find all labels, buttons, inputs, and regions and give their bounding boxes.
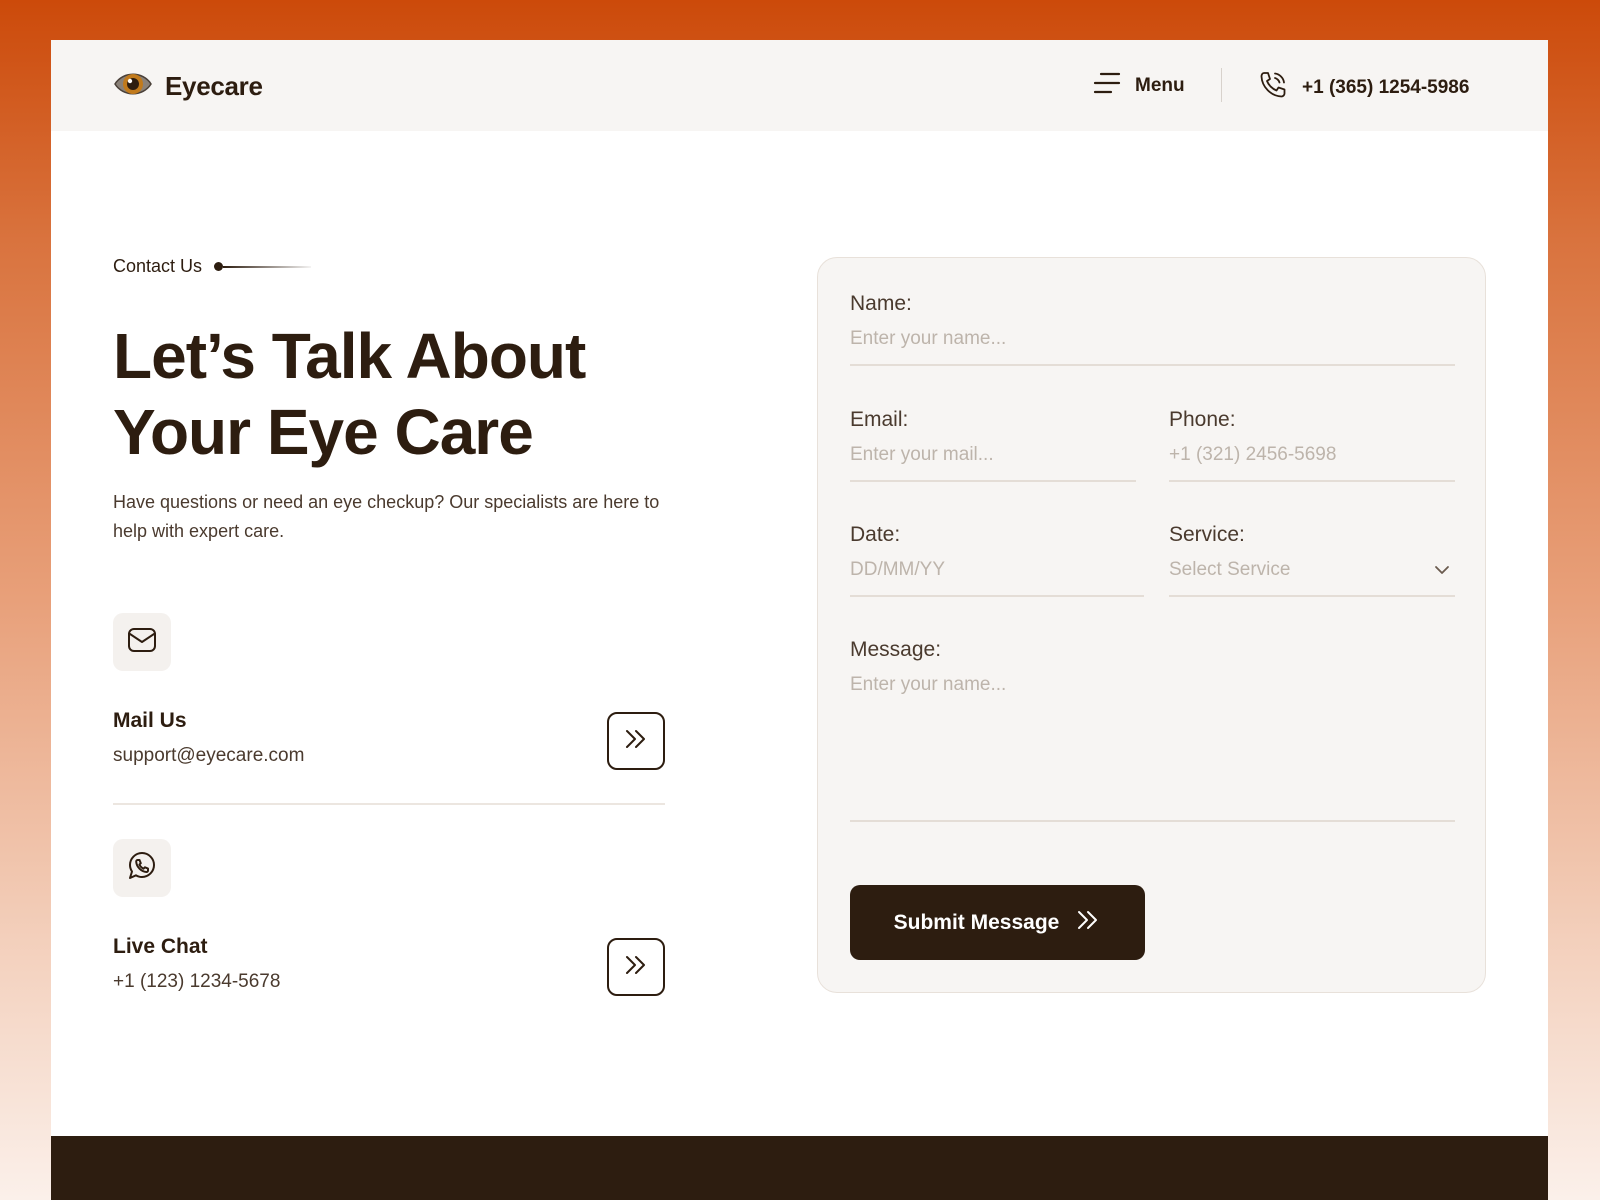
phone-call-icon [1258,70,1288,105]
header-phone-number: +1 (365) 1254-5986 [1302,76,1470,98]
message-textarea[interactable] [850,674,1455,822]
footer-band [51,1136,1548,1200]
eyebrow-label: Contact Us [113,256,203,276]
contact-mail: Mail Us support@eyecare.com [113,613,665,770]
phone-input[interactable] [1169,444,1455,482]
contact-live-chat: Live Chat +1 (123) 1234-5678 [113,839,665,996]
eye-logo-icon [113,67,153,106]
double-chevron-right-icon [623,728,649,755]
message-field-group: Message: [850,638,1455,822]
date-input[interactable] [850,559,1144,597]
contact-mail-title: Mail Us [113,709,187,732]
menu-button[interactable]: Menu [1093,70,1185,101]
page-frame: Eyecare Menu +1 (365) 1254-5986 Contact … [51,40,1548,1200]
eyebrow-bar [223,265,312,268]
date-label: Date: [850,523,901,546]
mail-us-arrow-button[interactable] [607,712,665,770]
header-phone[interactable]: +1 (365) 1254-5986 [1258,70,1469,105]
submit-message-button[interactable]: Submit Message [850,885,1145,960]
chevron-down-icon [1433,561,1451,584]
name-label: Name: [850,292,912,315]
headline-line-2: Your Eye Care [113,396,534,468]
live-chat-arrow-button[interactable] [607,938,665,996]
name-input[interactable] [850,328,1455,366]
date-field-group: Date: [850,523,1144,597]
brand-name: Eyecare [165,71,263,101]
phone-label: Phone: [1169,408,1236,431]
mail-icon-box [113,613,171,671]
double-chevron-right-icon [623,954,649,981]
contact-mail-value: support@eyecare.com [113,745,305,766]
contact-form: Name: Email: Phone: Date: Service: Selec… [817,257,1486,993]
service-select[interactable]: Select Service [1169,559,1455,597]
service-field-group: Service: Select Service [1169,523,1455,597]
brand-logo[interactable]: Eyecare [113,67,263,106]
header-divider [1221,68,1222,102]
contact-chat-title: Live Chat [113,935,208,958]
hero-subtext: Have questions or need an eye checkup? O… [113,492,660,541]
service-label: Service: [1169,523,1245,546]
top-navigation: Eyecare Menu +1 (365) 1254-5986 [51,40,1548,131]
headline-line-1: Let’s Talk About [113,320,586,392]
eyebrow-line [214,262,312,271]
email-field-group: Email: [850,408,1136,482]
email-input[interactable] [850,444,1136,482]
whatsapp-icon [126,850,158,887]
menu-icon [1093,70,1121,101]
whatsapp-icon-box [113,839,171,897]
email-label: Email: [850,408,909,431]
name-field-group: Name: [850,292,1455,366]
submit-button-label: Submit Message [893,910,1060,934]
message-label: Message: [850,638,942,661]
service-select-value: Select Service [1169,559,1291,580]
phone-field-group: Phone: [1169,408,1455,482]
contact-chat-value: +1 (123) 1234-5678 [113,971,281,992]
mail-icon [127,627,157,658]
contact-divider [113,803,665,805]
menu-label: Menu [1135,74,1185,96]
eyebrow-dot [214,262,224,271]
double-chevron-right-icon [1075,909,1101,937]
page-headline: Let’s Talk About Your Eye Care [113,318,733,470]
section-eyebrow: Contact Us [113,256,312,277]
